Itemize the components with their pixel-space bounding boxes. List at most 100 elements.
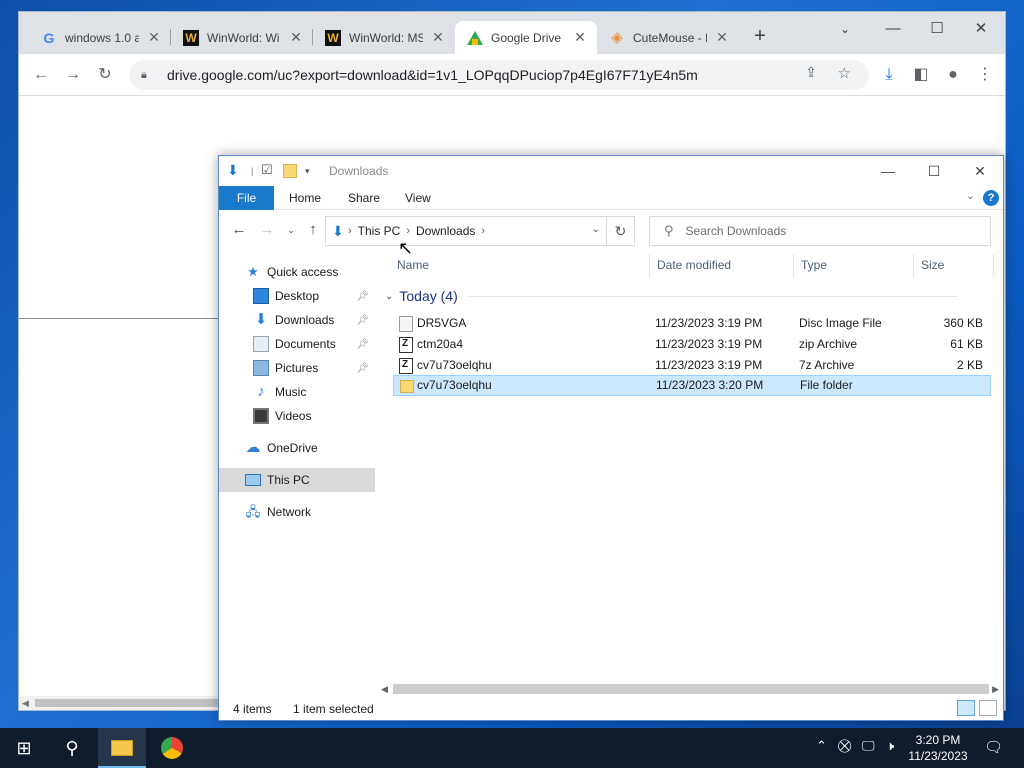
maximize-button[interactable]: ☐ xyxy=(911,158,957,184)
chevron-up-icon[interactable]: ⌃ xyxy=(816,738,827,754)
close-window-button[interactable]: ✕ xyxy=(957,158,1003,184)
sidebar-item-onedrive[interactable]: ☁ OneDrive xyxy=(219,436,375,460)
tab-share[interactable]: Share xyxy=(348,186,380,210)
column-divider[interactable] xyxy=(993,254,994,278)
back-arrow-icon[interactable]: ← xyxy=(29,63,53,87)
profile-avatar-icon[interactable]: ● xyxy=(941,63,965,87)
sidebar-item-this-pc[interactable]: This PC xyxy=(219,468,375,492)
pictures-icon xyxy=(253,360,269,376)
column-header-date[interactable]: Date modified xyxy=(657,258,731,272)
help-icon[interactable]: ? xyxy=(983,190,999,206)
tab-windows-search[interactable]: G windows 1.0 a ✕ xyxy=(29,21,171,54)
column-divider[interactable] xyxy=(649,254,650,278)
column-header-type[interactable]: Type xyxy=(801,258,827,272)
scroll-thumb[interactable] xyxy=(35,699,225,707)
sidebar-item-quick-access[interactable]: ★ Quick access xyxy=(219,260,375,284)
back-arrow-icon[interactable]: ← xyxy=(229,220,249,240)
network-icon[interactable]: ⛒ xyxy=(838,738,851,754)
chevron-down-icon[interactable]: ⌄ xyxy=(592,224,600,235)
pin-icon[interactable]: 📌︎ xyxy=(356,363,369,374)
pin-icon[interactable]: 📌︎ xyxy=(356,339,369,350)
sidebar-item-network[interactable]: 🖧 Network xyxy=(219,500,375,524)
side-panel-icon[interactable]: ◧ xyxy=(909,63,933,87)
up-arrow-icon[interactable]: ↑ xyxy=(303,220,323,240)
breadcrumb-this-pc[interactable]: This PC xyxy=(358,224,401,238)
pin-icon[interactable]: 📌︎ xyxy=(356,291,369,302)
menu-dots-icon[interactable]: ⋮ xyxy=(973,63,997,87)
large-icons-view-button[interactable] xyxy=(979,700,997,716)
file-date: 11/23/2023 3:19 PM xyxy=(655,337,763,351)
tab-search-button[interactable]: ⌄ xyxy=(825,16,865,42)
forward-arrow-icon[interactable]: → xyxy=(257,220,277,240)
close-window-button[interactable]: ✕ xyxy=(961,16,1001,42)
sidebar-item-music[interactable]: ♪ Music xyxy=(219,380,375,404)
expand-ribbon-icon[interactable]: ⌄ xyxy=(966,189,975,202)
details-view-button[interactable] xyxy=(957,700,975,716)
close-icon[interactable]: ✕ xyxy=(147,29,161,46)
chevron-down-icon[interactable]: ⌄ xyxy=(385,291,393,302)
recent-locations-icon[interactable]: ⌄ xyxy=(281,220,301,240)
group-header[interactable]: ⌄ Today (4) xyxy=(385,288,958,304)
refresh-button[interactable]: ↻ xyxy=(607,216,635,246)
reload-icon[interactable]: ↻ xyxy=(93,63,117,87)
breadcrumb-downloads[interactable]: Downloads xyxy=(416,224,475,238)
close-icon[interactable]: ✕ xyxy=(289,29,303,46)
search-input[interactable]: ⚲ Search Downloads xyxy=(649,216,991,246)
list-item[interactable]: ctm20a4 11/23/2023 3:19 PM zip Archive 6… xyxy=(393,334,991,355)
sidebar-item-pictures[interactable]: Pictures 📌︎ xyxy=(219,356,375,380)
column-divider[interactable] xyxy=(913,254,914,278)
customize-toolbar-icon[interactable]: ▾ xyxy=(305,166,310,177)
file-explorer-taskbar-icon[interactable] xyxy=(98,728,146,768)
new-folder-icon[interactable] xyxy=(283,164,297,178)
share-icon[interactable]: ⇪ xyxy=(805,64,817,81)
list-item[interactable]: DR5VGA 11/23/2023 3:19 PM Disc Image Fil… xyxy=(393,313,991,334)
maximize-button[interactable]: ☐ xyxy=(917,16,957,42)
column-header-size[interactable]: Size xyxy=(921,258,944,272)
notification-icon[interactable]: 🗨 xyxy=(984,738,1003,756)
url-text: drive.google.com/uc?export=download&id=1… xyxy=(167,67,698,83)
chrome-taskbar-icon[interactable] xyxy=(148,728,196,768)
tab-google-drive[interactable]: Google Drive ✕ xyxy=(455,21,597,54)
scroll-left-icon[interactable]: ◀ xyxy=(22,696,29,710)
column-divider[interactable] xyxy=(793,254,794,278)
sidebar-item-documents[interactable]: Documents 📌︎ xyxy=(219,332,375,356)
new-tab-button[interactable]: + xyxy=(749,25,771,47)
properties-icon[interactable]: ☑ xyxy=(261,162,273,178)
scroll-right-icon[interactable]: ▶ xyxy=(992,682,999,696)
tab-view[interactable]: View xyxy=(405,186,431,210)
start-button[interactable]: ⊞ xyxy=(0,728,48,768)
tab-file[interactable]: File xyxy=(219,186,274,210)
scroll-left-icon[interactable]: ◀ xyxy=(381,682,388,696)
minimize-button[interactable]: — xyxy=(873,16,913,42)
display-icon[interactable]: 🖵 xyxy=(862,738,875,754)
forward-arrow-icon[interactable]: → xyxy=(61,63,85,87)
list-item[interactable]: cv7u73oelqhu 11/23/2023 3:19 PM 7z Archi… xyxy=(393,355,991,376)
tab-winworld-1[interactable]: W WinWorld: Wi ✕ xyxy=(171,21,313,54)
close-icon[interactable]: ✕ xyxy=(573,29,587,46)
list-item-selected[interactable]: cv7u73oelqhu 11/23/2023 3:20 PM File fol… xyxy=(393,375,991,396)
sidebar-item-desktop[interactable]: Desktop 📌︎ xyxy=(219,284,375,308)
scroll-thumb[interactable] xyxy=(393,684,989,694)
tab-winworld-2[interactable]: W WinWorld: MS ✕ xyxy=(313,21,455,54)
chevron-right-icon[interactable]: › xyxy=(481,225,485,237)
close-icon[interactable]: ✕ xyxy=(431,29,445,46)
column-header-name[interactable]: Name xyxy=(397,258,429,272)
bookmark-star-icon[interactable]: ☆ xyxy=(838,64,851,82)
tab-home[interactable]: Home xyxy=(289,186,321,210)
horizontal-scrollbar[interactable]: ◀ ▶ xyxy=(379,682,1001,696)
volume-muted-icon[interactable]: 🕨 xyxy=(886,738,894,754)
tab-cutemouse[interactable]: ◈ CuteMouse - I ✕ xyxy=(597,21,739,54)
pin-icon[interactable]: 📌︎ xyxy=(356,315,369,326)
sidebar-item-downloads[interactable]: ⬇ Downloads 📌︎ xyxy=(219,308,375,332)
close-icon[interactable]: ✕ xyxy=(715,29,729,46)
chevron-right-icon[interactable]: › xyxy=(406,225,410,237)
search-icon[interactable]: ⚲ xyxy=(48,728,96,768)
sidebar-item-videos[interactable]: Videos xyxy=(219,404,375,428)
breadcrumb[interactable]: ⬇ › This PC › Downloads › ⌄ xyxy=(325,216,607,246)
chevron-right-icon[interactable]: › xyxy=(348,225,352,237)
address-bar[interactable]: 🔒︎ drive.google.com/uc?export=download&i… xyxy=(129,60,869,90)
cloud-icon: ☁ xyxy=(245,439,261,456)
system-clock[interactable]: 3:20 PM 11/23/2023 xyxy=(904,732,972,764)
minimize-button[interactable]: — xyxy=(865,158,911,184)
download-icon[interactable]: ⤓ xyxy=(877,63,901,87)
